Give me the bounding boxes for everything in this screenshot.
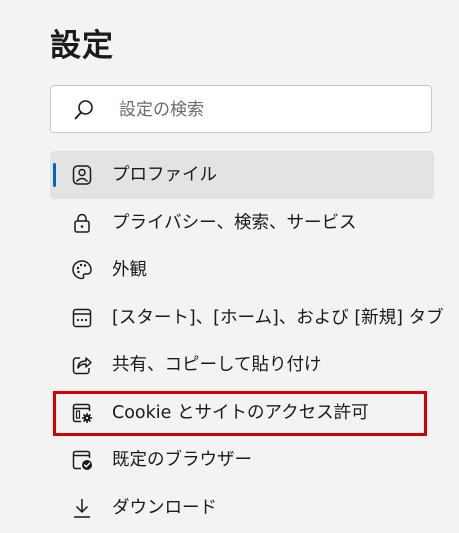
nav-item-profile[interactable]: プロファイル	[50, 151, 434, 199]
highlight-box	[53, 391, 427, 436]
start-page-icon	[70, 306, 94, 330]
default-browser-icon	[70, 448, 94, 472]
palette-icon	[70, 258, 94, 282]
nav-item-label: [スタート]、[ホーム]、および [新規] タブ	[112, 307, 444, 328]
settings-nav: プロファイル プライバシー、検索、サービス 外観 [スタート]、[ホーム]、およ…	[50, 151, 444, 532]
lock-icon	[70, 211, 94, 235]
nav-item-appearance[interactable]: 外観	[50, 246, 434, 294]
nav-item-label: プロファイル	[112, 165, 217, 185]
search-box[interactable]	[50, 85, 432, 133]
settings-panel: 設定 プロファイル	[0, 0, 459, 533]
profile-icon	[70, 163, 94, 187]
search-icon	[73, 99, 95, 121]
search-input[interactable]	[119, 96, 419, 124]
nav-item-label: ダウンロード	[112, 497, 217, 518]
download-icon	[70, 496, 94, 520]
nav-item-label: 外観	[112, 260, 147, 280]
nav-item-label: 共有、コピーして貼り付け	[112, 355, 322, 375]
nav-item-label: プライバシー、検索、サービス	[112, 212, 357, 233]
nav-item-start-home-newtab[interactable]: [スタート]、[ホーム]、および [新規] タブ	[50, 294, 444, 342]
nav-item-privacy[interactable]: プライバシー、検索、サービス	[50, 199, 434, 247]
page-title: 設定	[50, 28, 114, 64]
nav-item-label: 既定のブラウザー	[112, 450, 252, 470]
nav-item-downloads[interactable]: ダウンロード	[50, 484, 434, 532]
share-icon	[70, 353, 94, 377]
nav-item-share-copy-paste[interactable]: 共有、コピーして貼り付け	[50, 341, 434, 389]
nav-item-default-browser[interactable]: 既定のブラウザー	[50, 436, 434, 484]
